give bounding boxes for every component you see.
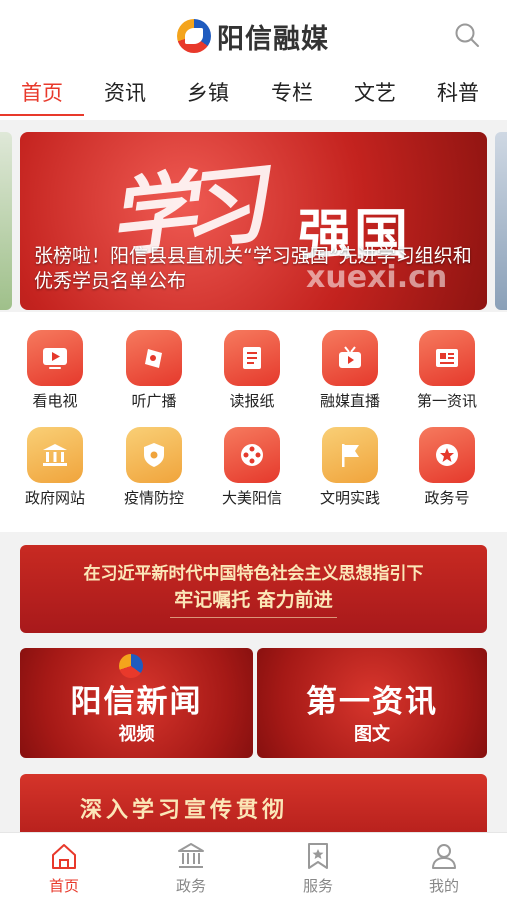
nav-service[interactable]: 服务: [278, 839, 358, 899]
theme-banner-line1: 在习近平新时代中国特色社会主义思想指引下: [83, 564, 424, 584]
grid-item-label: 文明实践: [319, 489, 380, 507]
channel-tabs: 首页 资讯 乡镇 专栏 文艺 科普: [0, 70, 507, 116]
card-title: 第一资讯: [306, 684, 438, 720]
nav-mine[interactable]: 我的: [404, 839, 484, 899]
active-tab-indicator: [0, 114, 84, 116]
tab-arts[interactable]: 文艺: [345, 70, 405, 114]
grid-item-civilization[interactable]: 文明实践: [300, 427, 400, 517]
live-tv-icon: [322, 330, 378, 386]
card-yangxin-news[interactable]: 阳信新闻 视频: [20, 648, 253, 758]
grid-item-epidemic[interactable]: 疫情防控: [104, 427, 204, 517]
grid-item-label: 政府网站: [24, 489, 85, 507]
card-subtitle: 视频: [118, 724, 155, 745]
grid-item-radio[interactable]: 听广播: [104, 330, 204, 420]
app-title: 阳信融媒: [217, 23, 329, 55]
nav-label: 政务: [175, 877, 206, 895]
header: 阳信融媒 首页 资讯 乡镇 专栏 文艺 科普: [0, 0, 507, 120]
study-banner-title: 深入学习宣传贯彻: [80, 797, 289, 823]
flag-icon: [322, 427, 378, 483]
newspaper-icon: [224, 330, 280, 386]
grid-item-label: 政务号: [424, 489, 470, 507]
grid-item-live[interactable]: 融媒直播: [300, 330, 400, 420]
grid-item-newspaper[interactable]: 读报纸: [202, 330, 302, 420]
service-grid: 看电视 听广播 读报纸 融媒直播 第一资讯 政府网站 疫情防控 大美阳信 文明实…: [0, 312, 507, 532]
banner-caption: 张榜啦！阳信县县直机关“学习强国”先进学习组织和优秀学员名单公布: [34, 245, 472, 292]
shield-virus-icon: [126, 427, 182, 483]
home-icon: [52, 844, 76, 869]
grid-item-label: 大美阳信: [221, 489, 282, 507]
tab-news[interactable]: 资讯: [95, 70, 155, 114]
nav-label: 我的: [428, 877, 459, 895]
study-banner[interactable]: 深入学习宣传贯彻: [20, 774, 487, 834]
nav-home[interactable]: 首页: [24, 839, 104, 899]
card-title: 阳信新闻: [70, 684, 203, 720]
government-building-icon: [178, 843, 204, 868]
logo-icon: [177, 19, 211, 53]
bookmark-star-icon: [308, 843, 328, 869]
card-subtitle: 图文: [354, 724, 390, 745]
user-icon: [432, 844, 456, 869]
grid-item-gov-account[interactable]: 政务号: [397, 427, 497, 517]
grid-item-label: 疫情防控: [123, 489, 184, 507]
theme-banner[interactable]: 在习近平新时代中国特色社会主义思想指引下 牢记嘱托 奋力前进: [20, 545, 487, 633]
grid-item-first-news[interactable]: 第一资讯: [397, 330, 497, 420]
nav-label: 服务: [302, 877, 333, 895]
government-building-icon: [27, 427, 83, 483]
app-logo: 阳信融媒: [177, 17, 329, 55]
grid-item-label: 第一资讯: [416, 392, 477, 410]
nav-government[interactable]: 政务: [151, 839, 231, 899]
nav-label: 首页: [48, 877, 79, 895]
carousel-prev-slide[interactable]: [0, 132, 12, 310]
search-icon[interactable]: [454, 22, 480, 48]
tab-towns[interactable]: 乡镇: [178, 70, 238, 114]
logo-icon: [119, 654, 143, 678]
news-icon: [419, 330, 475, 386]
grid-item-label: 听广播: [131, 392, 177, 410]
tab-science[interactable]: 科普: [428, 70, 488, 114]
carousel-banner[interactable]: 学习 强国 xuexi.cn 张榜啦！阳信县县直机关“学习强国”先进学习组织和优…: [20, 132, 487, 310]
grid-item-label: 读报纸: [229, 392, 275, 410]
card-first-news[interactable]: 第一资讯 图文: [257, 648, 487, 758]
tv-play-icon: [27, 330, 83, 386]
tab-home[interactable]: 首页: [12, 70, 72, 114]
theme-banner-line2: 牢记嘱托 奋力前进: [174, 589, 333, 611]
tab-columns[interactable]: 专栏: [262, 70, 322, 114]
carousel-next-slide[interactable]: [495, 132, 507, 310]
grid-item-beautiful-yangxin[interactable]: 大美阳信: [202, 427, 302, 517]
radio-icon: [126, 330, 182, 386]
theme-banner-divider: [170, 617, 337, 618]
grid-item-tv[interactable]: 看电视: [5, 330, 105, 420]
grid-item-label: 看电视: [32, 392, 78, 410]
grid-item-gov-site[interactable]: 政府网站: [5, 427, 105, 517]
grid-item-label: 融媒直播: [319, 392, 380, 410]
star-badge-icon: [419, 427, 475, 483]
bottom-nav: 首页 政务 服务 我的: [0, 832, 507, 901]
film-reel-icon: [224, 427, 280, 483]
